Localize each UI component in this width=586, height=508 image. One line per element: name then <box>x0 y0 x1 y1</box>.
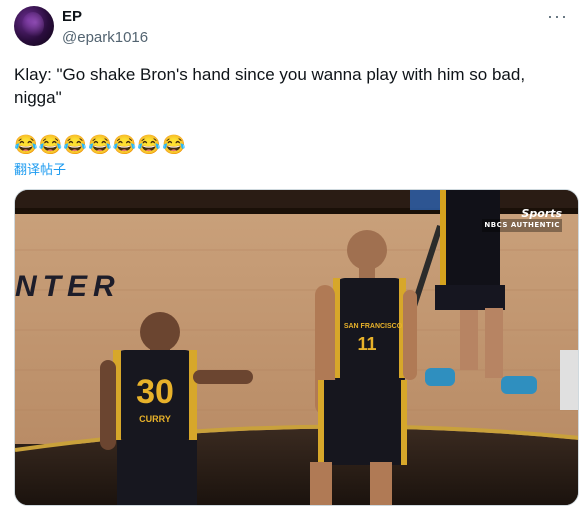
curry-jersey-name: CURRY <box>139 414 171 424</box>
basketball-court-scene: NTER 30 CURRY SAN FRANCISCO 11 <box>15 190 578 505</box>
broadcast-logo-text: Sports <box>521 207 562 220</box>
translate-post-link[interactable]: 翻译帖子 <box>14 159 66 178</box>
broadcast-logo-subtext: NBCS AUTHENTIC <box>482 219 562 232</box>
klay-jersey-number: 11 <box>357 334 376 354</box>
author-display-name[interactable]: EP <box>62 8 82 25</box>
broadcast-logo: Sports NBCS AUTHENTIC <box>482 208 562 232</box>
tweet-emojis: 😂😂😂😂😂😂😂 <box>14 135 187 156</box>
avatar[interactable] <box>14 6 54 46</box>
klay-jersey-team: SAN FRANCISCO <box>344 323 403 330</box>
author-handle[interactable]: @epark1016 <box>62 29 148 46</box>
tweet-text: Klay: "Go shake Bron's hand since you wa… <box>14 65 526 107</box>
more-options-icon[interactable]: ··· <box>547 6 568 27</box>
tweet-media-image[interactable]: NTER 30 CURRY SAN FRANCISCO 11 Sports NB… <box>14 189 579 506</box>
court-text: NTER <box>15 270 121 303</box>
curry-jersey-number: 30 <box>136 373 174 411</box>
